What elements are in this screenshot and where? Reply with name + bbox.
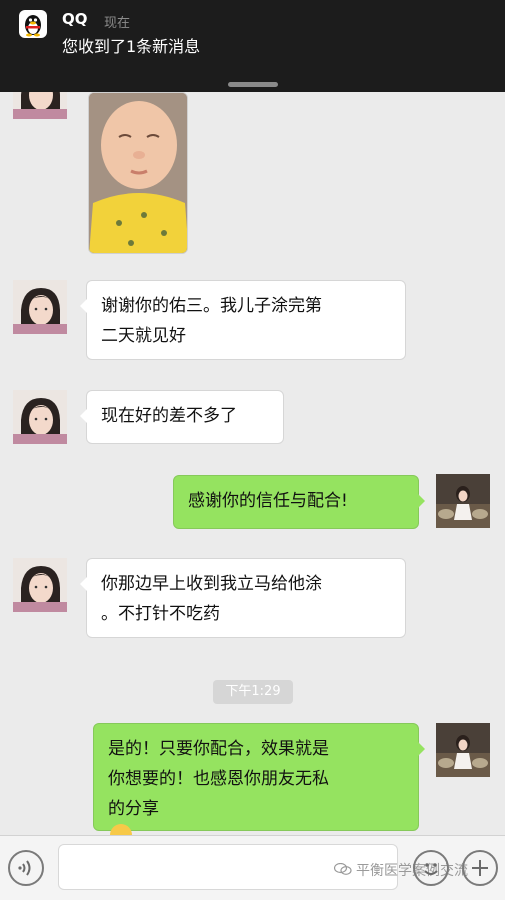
voice-icon[interactable] — [8, 850, 44, 886]
message-bubble-outgoing[interactable]: 是的！只要你配合，效果就是 你想要的！也感恩你朋友无私 的分享 — [93, 723, 425, 868]
message-line: 现在好的差不多了 — [101, 406, 237, 426]
message-line: 二天就见好 — [101, 326, 186, 346]
message-line: 感谢你的信任与配合! — [188, 491, 348, 511]
photo-message[interactable] — [88, 92, 188, 254]
message-line: 你那边早上收到我立马给他涂 — [101, 574, 322, 594]
contact-avatar[interactable] — [13, 558, 67, 612]
notification-time: 现在 — [104, 16, 131, 31]
message-bubble-incoming[interactable]: 现在好的差不多了 — [80, 390, 284, 444]
watermark-text: 平衡医学案例交流 — [356, 863, 468, 879]
message-bubble-incoming[interactable]: 你那边早上收到我立马给他涂 。不打针不吃药 — [80, 558, 406, 638]
message-line: 谢谢你的佑三。我儿子涂完第 — [101, 296, 322, 316]
message-line: 是的！只要你配合，效果就是 — [108, 739, 329, 759]
chat-input-bar: 平衡医学案例交流 — [0, 835, 505, 900]
notification-banner[interactable]: QQ 现在 您收到了1条新消息 — [0, 0, 505, 92]
my-avatar[interactable] — [436, 723, 490, 777]
wechat-logo-icon — [334, 863, 352, 875]
my-avatar[interactable] — [436, 474, 490, 528]
notification-message: 您收到了1条新消息 — [62, 37, 201, 56]
emoji-icon[interactable] — [413, 850, 449, 886]
contact-avatar[interactable] — [13, 390, 67, 444]
message-line: 的分享 — [108, 799, 159, 819]
notification-drag-handle[interactable] — [228, 82, 278, 87]
notification-app-name: QQ — [62, 10, 88, 28]
message-bubble-incoming[interactable]: 谢谢你的佑三。我儿子涂完第 二天就见好 — [80, 280, 406, 360]
contact-avatar[interactable] — [13, 92, 67, 119]
message-timestamp: 下午1:29 — [213, 680, 293, 704]
contact-avatar[interactable] — [13, 280, 67, 334]
message-line: 你想要的！也感恩你朋友无私 — [108, 769, 329, 789]
message-bubble-outgoing[interactable]: 感谢你的信任与配合! — [173, 475, 425, 529]
message-line: 。不打针不吃药 — [101, 604, 220, 624]
plus-icon[interactable] — [462, 850, 498, 886]
qq-penguin-icon — [19, 10, 47, 38]
